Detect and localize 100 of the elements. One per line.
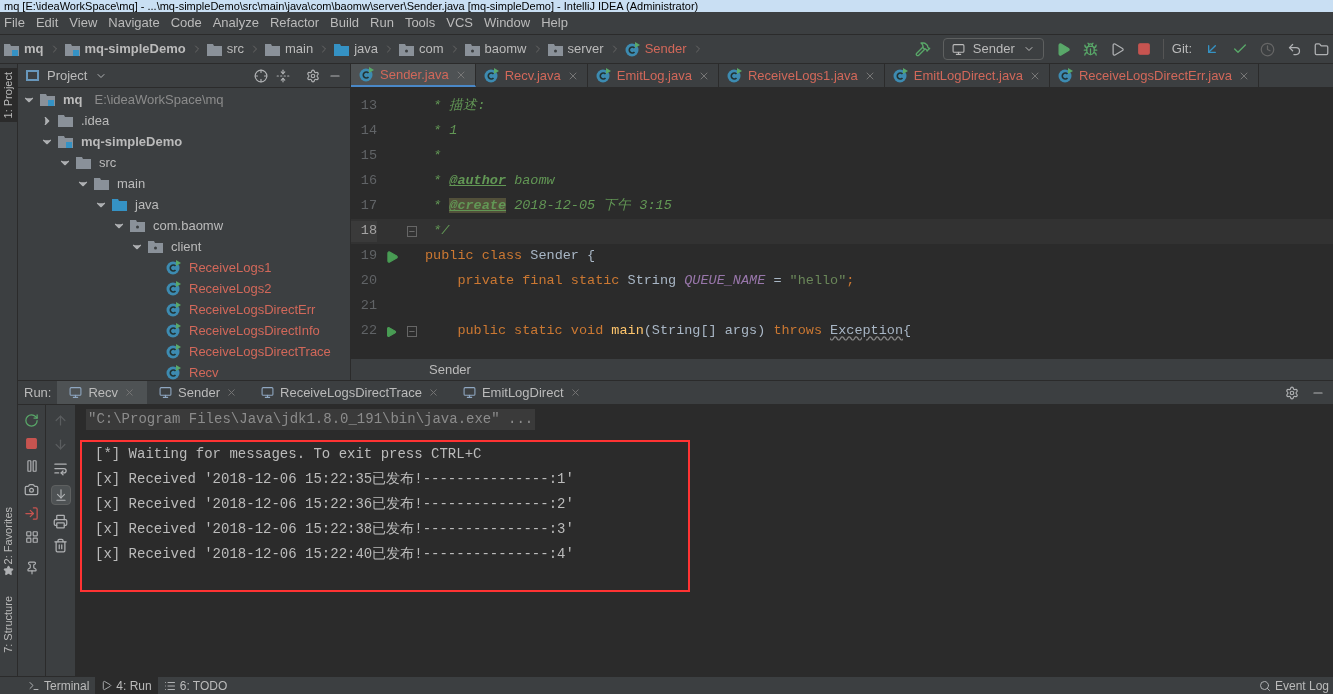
run-tab[interactable]: Sender [147,381,249,404]
settings-icon[interactable] [306,68,320,83]
soft-wrap-icon[interactable] [53,461,68,476]
run-icon[interactable] [1055,41,1071,57]
stop-icon[interactable] [1136,42,1151,56]
layout-icon[interactable] [24,530,39,544]
build-icon[interactable] [914,41,931,57]
tool-window-tab[interactable]: 6: TODO [157,677,234,694]
editor-tab[interactable]: Recv.java [475,64,588,87]
breadcrumb-item[interactable]: mq [24,39,44,59]
favorites-tool-tab[interactable]: 2: Favorites [0,507,17,565]
event-log-button[interactable]: Event Log [1258,676,1333,694]
console[interactable] [76,405,1333,676]
fold-icon[interactable] [407,326,417,337]
breadcrumb-item[interactable]: java [354,39,379,59]
package-icon [464,42,480,56]
console-line: [x] Received '2018-12-06 15:22:38已发布!---------------:3' [95,520,574,539]
code-line: public static void main(String[] args) throws Exception{ [456,322,912,341]
tree-item[interactable]: client [171,236,202,257]
close-icon[interactable] [226,387,237,398]
tree-item[interactable]: com.baomw [153,215,224,236]
settings-icon[interactable] [1285,385,1299,400]
menu-item[interactable]: View [69,13,98,33]
menu-item[interactable]: Help [541,13,568,33]
run-gutter-icon[interactable] [385,324,398,339]
run-label: Run: [23,383,53,402]
menu-item[interactable]: Run [370,13,394,33]
run-config-dropdown[interactable]: Sender [942,38,1044,60]
debug-icon[interactable] [1082,41,1098,57]
exit-icon[interactable] [24,506,39,521]
run-gutter-icon[interactable] [385,249,399,264]
rerun-icon[interactable] [24,413,39,428]
tree-item[interactable]: Recv [189,362,219,380]
menu-item[interactable]: Edit [35,13,59,33]
class-icon [726,68,742,83]
breadcrumb-item[interactable]: baomw [484,39,527,59]
tree-item[interactable]: ReceiveLogsDirectTrace [189,341,331,362]
package-icon [130,219,145,232]
editor-tab[interactable]: ReceiveLogs1.java [718,64,885,87]
locate-icon[interactable] [254,68,268,83]
breadcrumb-item[interactable]: Sender [644,39,687,59]
project-structure-icon[interactable] [1314,41,1329,57]
editor-tab[interactable]: ReceiveLogsDirectErr.java [1049,64,1260,87]
scroll-to-end-icon[interactable] [50,485,71,505]
folder-icon [94,177,109,190]
run-icon [101,680,113,691]
tree-item[interactable]: mq [63,89,83,110]
tree-item[interactable]: java [135,194,159,215]
close-icon[interactable] [427,387,439,398]
breadcrumb-item[interactable]: mq-simpleDemo [84,39,186,59]
line-number: 20 [359,272,377,291]
coverage-icon[interactable] [1109,41,1125,57]
tree-item[interactable]: src [99,152,117,173]
breadcrumb-item[interactable]: com [419,39,444,59]
line-number: 21 [359,297,377,316]
close-icon[interactable] [569,387,581,398]
console-line: [x] Received '2018-12-06 15:22:40已发布!---------------:4' [95,545,574,564]
breadcrumb-item[interactable]: src [226,39,244,59]
tree-item[interactable]: mq-simpleDemo [81,131,183,152]
code-line: */ [432,222,450,241]
pause-icon[interactable] [24,459,39,473]
breadcrumb-item[interactable]: server [567,39,604,59]
menu-item[interactable]: Refactor [269,13,320,33]
collapse-icon[interactable] [276,68,290,83]
menu-item[interactable]: Analyze [212,13,259,33]
run-tab[interactable]: EmitLogDirect [450,381,593,404]
tool-window-tab[interactable]: Terminal [22,677,96,694]
breadcrumb-item[interactable]: main [285,39,314,59]
print-icon[interactable] [53,514,68,529]
fold-icon[interactable] [407,226,417,237]
line-number: 19 [359,247,377,266]
tree-item[interactable]: ReceiveLogs1 [189,257,272,278]
tool-window-tab[interactable]: 4: Run [95,677,158,694]
tree-item[interactable]: ReceiveLogs2 [189,278,272,299]
panel-title[interactable]: Project [47,65,88,86]
menu-item[interactable]: File [4,13,25,33]
editor-tab[interactable]: EmitLogDirect.java [884,64,1050,87]
tree-item[interactable]: .idea [81,110,110,131]
tree-item[interactable]: main [117,173,146,194]
menu-item[interactable]: Tools [404,13,436,33]
menu-item[interactable]: Navigate [108,13,160,33]
revert-icon[interactable] [1287,41,1302,57]
tree-item[interactable]: ReceiveLogsDirectErr [189,299,316,320]
stop-icon[interactable] [25,437,38,450]
pin-icon[interactable] [24,561,39,575]
run-tab[interactable]: Recv [57,381,148,404]
structure-tool-tab[interactable]: 7: Structure [0,595,17,653]
menu-item[interactable]: Build [330,13,359,33]
editor-breadcrumb[interactable]: Sender [429,359,471,380]
tree-item[interactable]: ReceiveLogsDirectInfo [189,320,320,341]
line-number: 22 [359,322,377,341]
editor-tab[interactable]: EmitLog.java [587,64,719,87]
trash-icon[interactable] [53,538,68,553]
console-line: [*] Waiting for messages. To exit press CTRL+C [95,445,482,464]
menu-item[interactable]: Code [170,13,202,33]
run-tab[interactable]: ReceiveLogsDirectTrace [249,381,451,404]
menu-item[interactable]: Window [483,13,531,33]
menu-item[interactable]: VCS [446,13,473,33]
class-icon [166,260,181,275]
camera-icon[interactable] [24,482,39,497]
